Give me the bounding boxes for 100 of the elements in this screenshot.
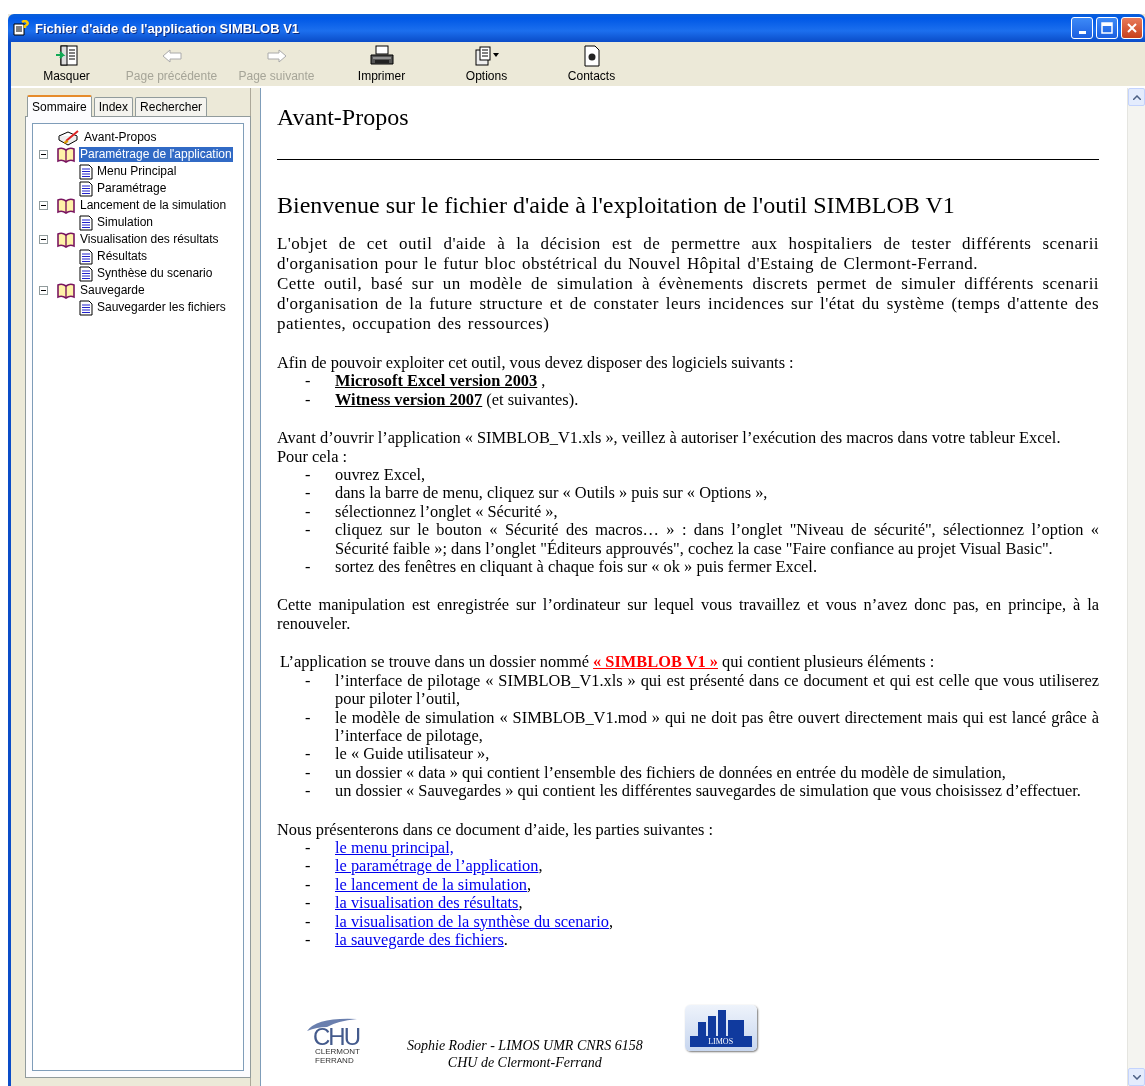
paragraph: Cette outil, basé sur un modèle de simulation à évènements discrets permet de simuler différents scenarii d'organisation de la future structure et de constater leurs incidences sur l'état du système (temps d'attente des patientes, occupation des ressources) bbox=[277, 274, 1099, 334]
book-icon bbox=[56, 282, 76, 299]
punctuation: . bbox=[503, 930, 508, 950]
collapse-toggle[interactable] bbox=[39, 286, 48, 295]
sidebar-tab[interactable]: Sommaire bbox=[27, 95, 92, 117]
help-file-icon bbox=[13, 20, 29, 36]
bullet-dash: - bbox=[305, 390, 312, 410]
bullet-dash: - bbox=[305, 708, 312, 729]
sidebar-tab[interactable]: Rechercher bbox=[135, 97, 208, 116]
list-item-text: cliquez sur le bouton « Sécurité des macros… » : dans l’onglet "Niveau de sécurité", sélectionnez l’option « Sécurité faible »; dans l’onglet "Éditeurs approuvés", cochez la case "Faire confiance au projet Visual Basic". bbox=[335, 521, 1099, 559]
list-item-text: dans la barre de menu, cliquez sur « Outils » puis sur « Options », bbox=[335, 484, 769, 503]
minimize-button[interactable] bbox=[1071, 17, 1093, 39]
limos-logo: LIMOS bbox=[684, 1005, 757, 1052]
paragraph-text: qui contient plusieurs éléments : bbox=[722, 652, 935, 672]
tree-item[interactable]: Lancement de la simulation bbox=[79, 198, 228, 213]
tree-item[interactable]: Synthèse du scenario bbox=[96, 266, 214, 281]
toolbar-button[interactable]: Imprimer bbox=[329, 42, 434, 86]
page-icon bbox=[79, 214, 93, 231]
toolbar-button[interactable]: Options bbox=[434, 42, 539, 86]
punctuation: , bbox=[538, 857, 544, 876]
minus-icon bbox=[41, 239, 46, 240]
paragraph: Afin de pouvoir exploiter cet outil, vous devez disposer des logiciels suivants : bbox=[277, 354, 795, 373]
list-item-text: un dossier « Sauvegardes » qui contient les différentes sauvegardes de simulation que vous choisissez d’effectuer. bbox=[335, 782, 1082, 801]
tree-item[interactable]: Menu Principal bbox=[96, 164, 178, 179]
chu-logo: CHU CLERMONT FERRAND bbox=[305, 1017, 369, 1066]
close-icon bbox=[1126, 22, 1138, 34]
page-heading: Avant-Propos bbox=[277, 103, 410, 132]
paragraph: L'objet de cet outil d'aide à la décision est de permettre aux hospitaliers de tester différents scenarii d'organisation pour le futur bloc obstétrical du Nouvel Hôpital d'Estaing de Clermont-Ferrand. bbox=[277, 234, 1099, 274]
list-item-text: Microsoft Excel version 2003 , bbox=[335, 372, 547, 391]
section-link[interactable]: la visualisation des résultats bbox=[335, 894, 519, 913]
bullet-dash: - bbox=[305, 875, 312, 895]
page-icon bbox=[79, 248, 93, 265]
book-icon bbox=[56, 146, 76, 163]
page-icon bbox=[79, 163, 93, 180]
bullet-dash: - bbox=[305, 838, 312, 858]
bullet-dash: - bbox=[305, 763, 312, 783]
punctuation: , bbox=[518, 894, 524, 913]
bullet-dash: - bbox=[305, 558, 312, 577]
paragraph: Cette manipulation est enregistrée sur l’ordinateur sur lequel vous travaillez et vous n’avez donc pas, en principe, à la renouveler. bbox=[277, 596, 1099, 634]
bullet-dash: - bbox=[305, 782, 312, 801]
page-icon bbox=[79, 180, 93, 197]
toolbar-button[interactable]: Contacts bbox=[539, 42, 644, 86]
minus-icon bbox=[41, 205, 46, 206]
bullet-dash: - bbox=[305, 912, 312, 931]
list-item-text: Witness version 2007 (et suivantes). bbox=[335, 390, 580, 410]
collapse-toggle[interactable] bbox=[39, 235, 48, 244]
collapse-toggle[interactable] bbox=[39, 201, 48, 210]
book-icon bbox=[56, 197, 76, 214]
bullet-dash: - bbox=[305, 521, 312, 542]
tree-item[interactable]: Sauvegarder les fichiers bbox=[96, 300, 227, 315]
maximize-icon bbox=[1101, 22, 1113, 34]
minus-icon bbox=[41, 290, 46, 291]
list-item-text: un dossier « data » qui contient l’ensemble des fichiers de données en entrée du modèle de simulation, bbox=[335, 763, 1007, 783]
section-link[interactable]: la sauvegarde des fichiers bbox=[335, 930, 504, 950]
section-link[interactable]: le menu principal, bbox=[335, 838, 454, 858]
section-link[interactable]: le paramétrage de l’application bbox=[335, 857, 539, 876]
bullet-dash: - bbox=[305, 745, 312, 764]
tree-item[interactable]: Avant-Propos bbox=[83, 130, 158, 145]
author-credit: CHU de Clermont-Ferrand bbox=[446, 1054, 603, 1072]
list-item-text: sélectionnez l’onglet « Sécurité », bbox=[335, 502, 559, 522]
sidebar-tab[interactable]: Index bbox=[93, 97, 134, 116]
bullet-dash: - bbox=[305, 857, 312, 876]
tree-item[interactable]: Visualisation des résultats bbox=[79, 232, 220, 247]
bullet-dash: - bbox=[305, 502, 312, 522]
close-button[interactable] bbox=[1121, 17, 1143, 39]
tree-item[interactable]: Paramétrage bbox=[96, 181, 168, 196]
minus-icon bbox=[41, 154, 46, 155]
bullet-dash: - bbox=[305, 671, 311, 692]
collapse-toggle[interactable] bbox=[39, 150, 48, 159]
tree-item[interactable]: Sauvegarde bbox=[79, 283, 146, 298]
bullet-dash: - bbox=[305, 372, 312, 391]
printer-icon bbox=[368, 45, 395, 67]
tree-item[interactable]: Résultats bbox=[96, 249, 149, 264]
vertical-scrollbar[interactable] bbox=[1127, 88, 1145, 1086]
page-title: Bienvenue sur le fichier d'aide à l'exploitation de l'outil SIMBLOB V1 bbox=[277, 191, 956, 220]
list-item-text: le « Guide utilisateur », bbox=[335, 745, 491, 764]
maximize-button[interactable] bbox=[1096, 17, 1118, 39]
section-link[interactable]: la visualisation de la synthèse du scenario bbox=[335, 912, 609, 931]
list-item-text: sortez des fenêtres en cliquant à chaque fois sur « ok » puis fermer Excel. bbox=[335, 558, 818, 577]
tree-item[interactable]: Simulation bbox=[96, 215, 155, 230]
page-icon bbox=[79, 299, 93, 316]
folder-link[interactable]: « SIMBLOB V1 » bbox=[593, 652, 718, 672]
bullet-dash: - bbox=[305, 484, 312, 503]
hide-pane-icon bbox=[54, 45, 79, 67]
scroll-down-icon bbox=[1132, 1074, 1141, 1080]
minimize-icon bbox=[1078, 30, 1086, 34]
paragraph-text: L’application se trouve dans un dossier nommé bbox=[280, 652, 589, 672]
scroll-up-icon bbox=[1132, 94, 1141, 100]
notepad-icon bbox=[58, 129, 80, 146]
window-title: Fichier d'aide de l'application SIMBLOB V1 bbox=[35, 20, 300, 36]
punctuation: , bbox=[609, 912, 615, 931]
list-item-text: ouvrez Excel, bbox=[335, 466, 427, 485]
author-credit: Sophie Rodier - LIMOS UMR CNRS 6158 bbox=[407, 1037, 643, 1055]
paragraph: Nous présenterons dans ce document d’aide, les parties suivantes : bbox=[277, 820, 715, 839]
tree-item[interactable]: Paramétrage de l'application bbox=[79, 147, 233, 162]
document-icon bbox=[582, 45, 601, 67]
book-icon bbox=[56, 231, 76, 248]
bullet-dash: - bbox=[305, 466, 312, 485]
toolbar-button[interactable]: Masquer bbox=[14, 42, 119, 86]
punctuation: , bbox=[527, 875, 532, 895]
